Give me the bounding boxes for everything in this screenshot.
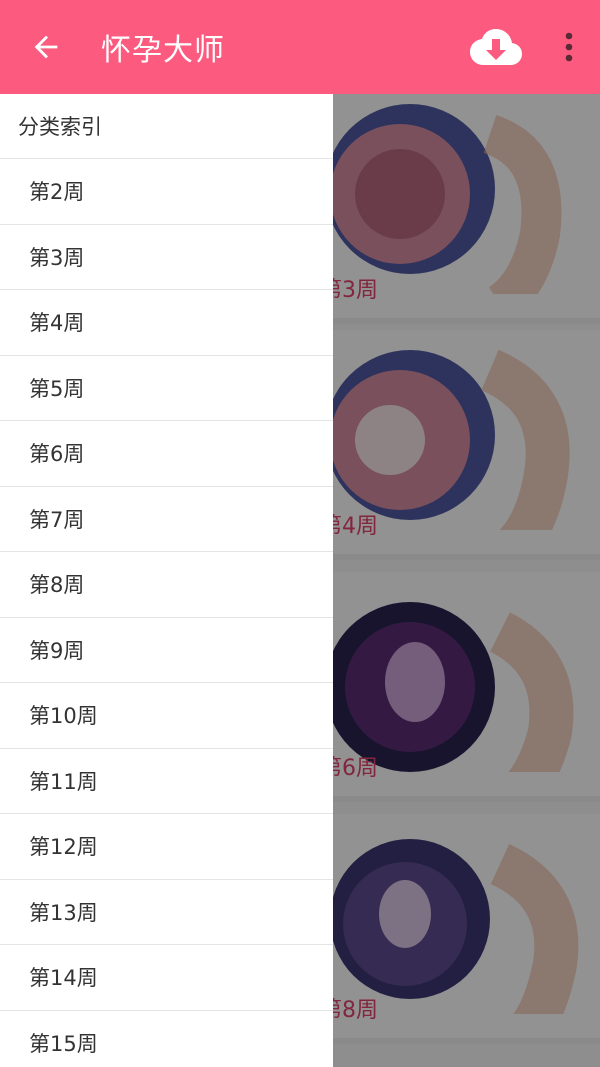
app-bar: 怀孕大师 (0, 0, 600, 94)
more-options-button[interactable] (546, 0, 592, 94)
drawer-item-week[interactable]: 第6周 (0, 421, 333, 487)
drawer-item-week[interactable]: 第9周 (0, 618, 333, 683)
more-vert-icon (565, 32, 573, 62)
cloud-download-icon (470, 29, 522, 65)
drawer-item-week[interactable]: 第11周 (0, 749, 333, 814)
drawer-item-week[interactable]: 第13周 (0, 880, 333, 945)
arrow-back-icon (34, 35, 58, 59)
drawer-item-week[interactable]: 第4周 (0, 290, 333, 356)
category-drawer: 分类索引 第2周 第3周 第4周 第5周 第6周 第7周 第8周 第9周 第10… (0, 94, 333, 1067)
download-button[interactable] (466, 17, 526, 77)
drawer-item-week[interactable]: 第14周 (0, 945, 333, 1011)
drawer-item-week[interactable]: 第12周 (0, 814, 333, 880)
drawer-item-week[interactable]: 第2周 (0, 159, 333, 225)
drawer-item-week[interactable]: 第5周 (0, 356, 333, 421)
drawer-item-week[interactable]: 第7周 (0, 487, 333, 552)
drawer-item-week[interactable]: 第8周 (0, 552, 333, 618)
drawer-item-week[interactable]: 第3周 (0, 225, 333, 290)
drawer-header: 分类索引 (0, 94, 333, 159)
back-button[interactable] (0, 0, 92, 94)
app-title: 怀孕大师 (101, 33, 225, 68)
drawer-item-week[interactable]: 第10周 (0, 683, 333, 749)
drawer-item-week[interactable]: 第15周 (0, 1011, 333, 1067)
